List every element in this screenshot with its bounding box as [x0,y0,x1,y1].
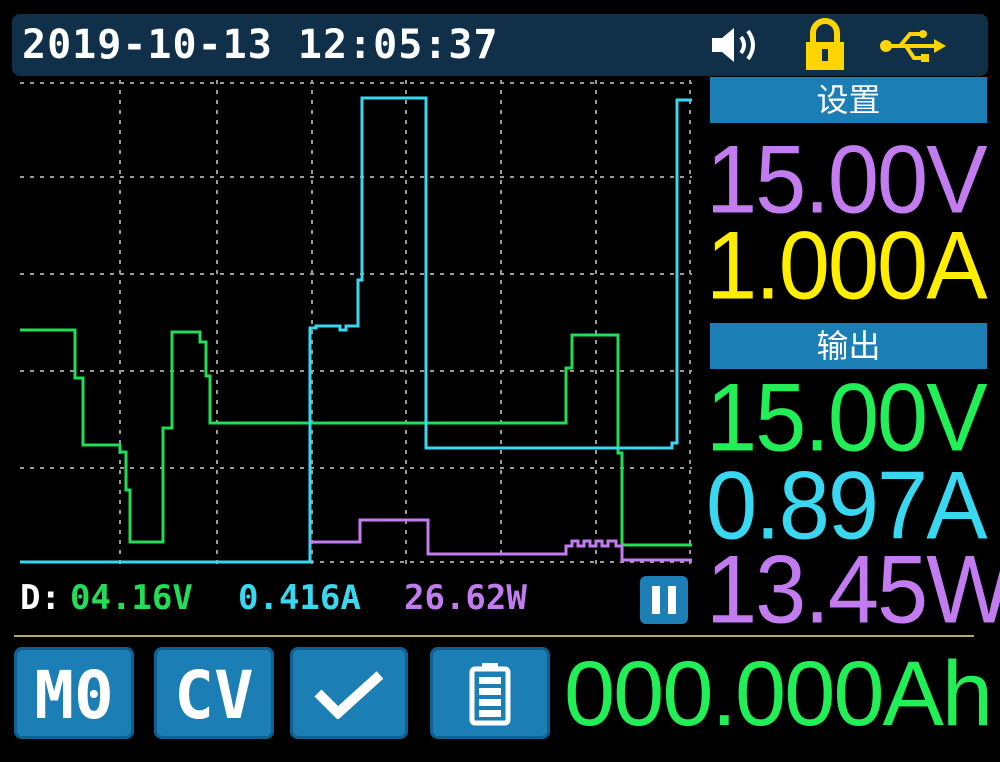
mode-button[interactable]: CV [154,647,274,739]
lock-icon[interactable] [802,18,848,72]
plot-grid [20,80,692,565]
readout-voltage: 04.16V [70,578,193,618]
readout-prefix: D: [20,578,61,618]
memory-label: M0 [34,657,114,734]
divider-line [14,635,974,637]
battery-button[interactable] [430,647,550,739]
waveform-plot [20,80,692,565]
confirm-button[interactable] [290,647,408,739]
readout-current: 0.416A [238,578,361,618]
settings-header: 设置 [710,77,987,123]
speaker-icon[interactable] [708,24,760,66]
usb-icon[interactable] [878,28,948,64]
capacity-display: 000.000Ah [564,643,993,745]
readout-power: 26.62W [404,578,527,618]
memory-button[interactable]: M0 [14,647,134,739]
status-bar: 2019-10-13 12:05:37 [12,14,988,76]
pause-button[interactable] [640,576,688,624]
pause-icon [652,586,660,614]
output-power: 13.45W [706,536,1000,644]
check-icon [314,671,384,719]
set-current[interactable]: 1.000A [706,218,992,315]
output-header: 输出 [710,323,987,369]
mode-label: CV [174,657,254,734]
battery-icon [469,663,511,726]
datetime: 2019-10-13 12:05:37 [22,22,499,68]
